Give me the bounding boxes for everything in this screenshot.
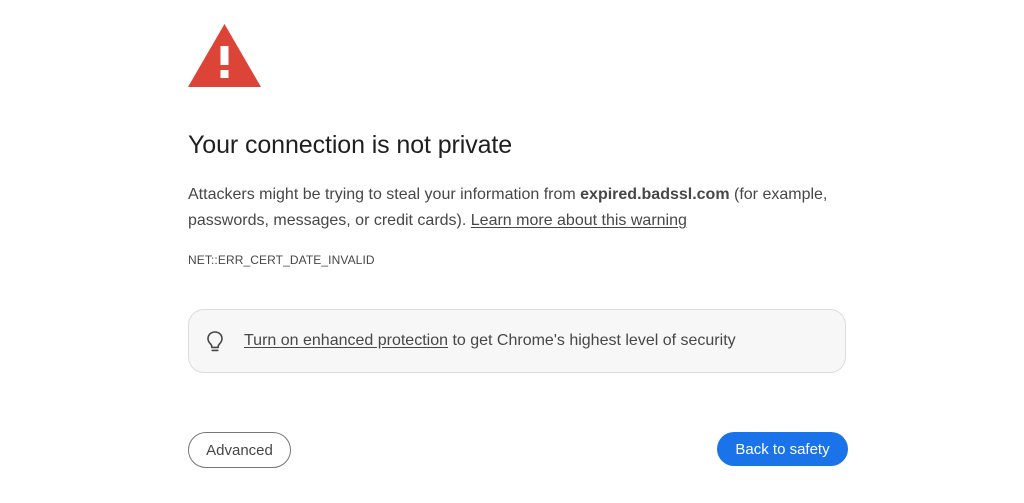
domain-name: expired.badssl.com (580, 186, 730, 203)
enhanced-protection-link[interactable]: Turn on enhanced protection (244, 332, 448, 349)
learn-more-link[interactable]: Learn more about this warning (471, 212, 687, 229)
warning-triangle-icon (188, 24, 261, 87)
error-code: NET::ERR_CERT_DATE_INVALID (188, 253, 375, 267)
warning-description: Attackers might be trying to steal your … (188, 182, 828, 234)
enhanced-protection-promo: Turn on enhanced protection to get Chrom… (188, 309, 846, 373)
description-prefix: Attackers might be trying to steal your … (188, 186, 581, 203)
promo-text: Turn on enhanced protection to get Chrom… (244, 332, 736, 350)
page-title: Your connection is not private (188, 131, 513, 159)
lightbulb-icon (207, 331, 223, 352)
back-to-safety-button[interactable]: Back to safety (717, 432, 848, 466)
advanced-button[interactable]: Advanced (188, 432, 291, 468)
promo-description: to get Chrome's highest level of securit… (448, 332, 736, 349)
